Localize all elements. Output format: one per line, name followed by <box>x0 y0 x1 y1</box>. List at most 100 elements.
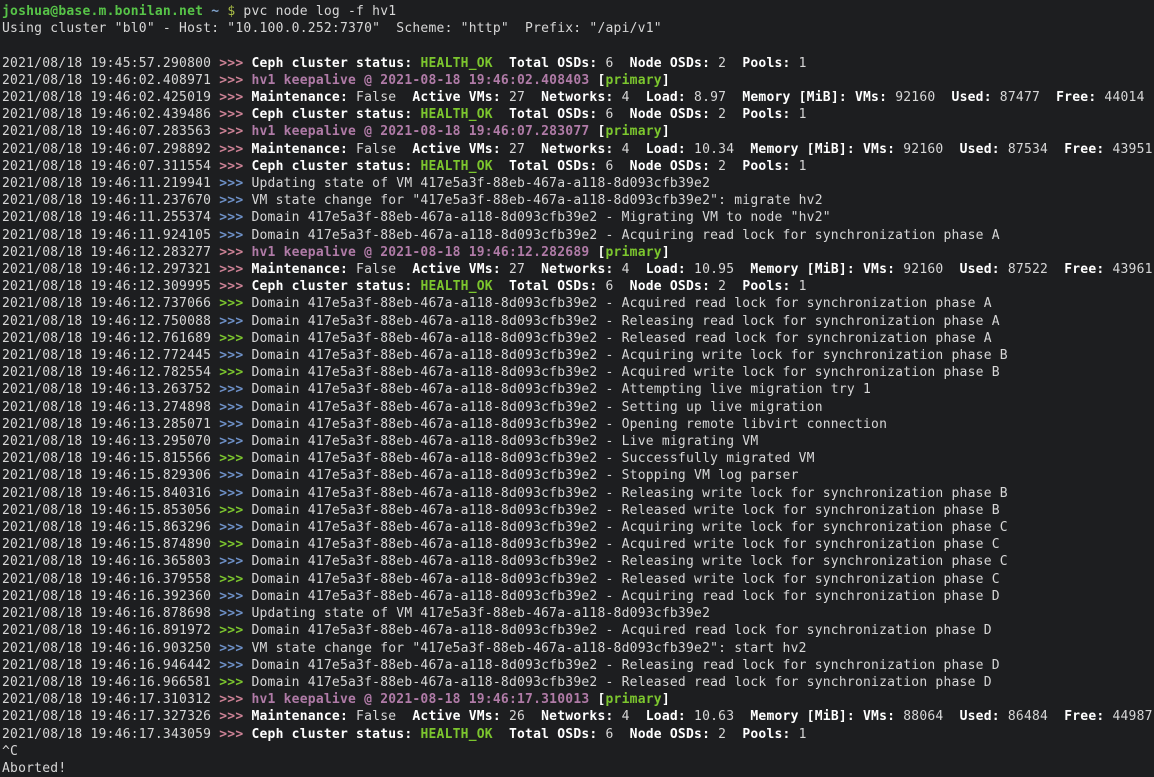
node-osds-label: Node OSDs: <box>630 107 710 122</box>
log-timestamp: 2021/08/18 19:46:16.365803 <box>2 554 219 569</box>
log-marker: >>> <box>219 727 243 742</box>
used-label: Used: <box>952 90 992 105</box>
log-message: Domain 417e5a3f-88eb-467a-a118-8d093cfb3… <box>251 468 798 483</box>
log-timestamp: 2021/08/18 19:46:16.946442 <box>2 658 219 673</box>
load-label: Load: <box>646 262 686 277</box>
active-vms-label: Active VMs: <box>412 90 501 105</box>
log-message: Domain 417e5a3f-88eb-467a-a118-8d093cfb3… <box>251 675 991 690</box>
active-vms-label: Active VMs: <box>412 142 501 157</box>
load-label: Load: <box>646 142 686 157</box>
log-message: Updating state of VM 417e5a3f-88eb-467a-… <box>251 176 710 191</box>
log-timestamp: 2021/08/18 19:46:12.283277 <box>2 245 219 260</box>
log-message: Domain 417e5a3f-88eb-467a-a118-8d093cfb3… <box>251 210 830 225</box>
log-line: 2021/08/18 19:46:07.283563 >>> hv1 keepa… <box>2 123 1154 140</box>
log-line: 2021/08/18 19:45:57.290800 >>> Ceph clus… <box>2 55 1154 72</box>
memory-vms-label: Memory [MiB]: VMs: <box>750 709 895 724</box>
ceph-status-label: Ceph cluster status: <box>251 159 420 174</box>
primary-tag: primary <box>606 245 662 260</box>
log-line: 2021/08/18 19:46:12.737066 >>> Domain 41… <box>2 295 1154 312</box>
log-line: 2021/08/18 19:46:12.297321 >>> Maintenan… <box>2 261 1154 278</box>
log-timestamp: 2021/08/18 19:46:13.263752 <box>2 382 219 397</box>
networks-label: Networks: <box>541 142 613 157</box>
log-marker: >>> <box>219 658 243 673</box>
log-timestamp: 2021/08/18 19:46:16.903250 <box>2 641 219 656</box>
log-lines: 2021/08/18 19:45:57.290800 >>> Ceph clus… <box>2 55 1154 743</box>
log-message: Domain 417e5a3f-88eb-467a-a118-8d093cfb3… <box>251 296 991 311</box>
log-line: 2021/08/18 19:46:16.946442 >>> Domain 41… <box>2 657 1154 674</box>
log-marker: >>> <box>219 692 243 707</box>
log-message: Domain 417e5a3f-88eb-467a-a118-8d093cfb3… <box>251 554 1007 569</box>
log-marker: >>> <box>219 331 243 346</box>
log-timestamp: 2021/08/18 19:46:15.863296 <box>2 520 219 535</box>
pools-label: Pools: <box>742 107 790 122</box>
load-label: Load: <box>646 709 686 724</box>
log-timestamp: 2021/08/18 19:45:57.290800 <box>2 56 219 71</box>
log-line: 2021/08/18 19:46:17.310312 >>> hv1 keepa… <box>2 691 1154 708</box>
log-marker: >>> <box>219 73 243 88</box>
prompt-user-host: joshua@base.m.bonilan.net <box>2 4 203 19</box>
log-timestamp: 2021/08/18 19:46:16.392360 <box>2 589 219 604</box>
log-message: Domain 417e5a3f-88eb-467a-a118-8d093cfb3… <box>251 348 1007 363</box>
ceph-health-value: HEALTH_OK <box>420 279 492 294</box>
log-timestamp: 2021/08/18 19:46:17.327326 <box>2 709 219 724</box>
log-timestamp: 2021/08/18 19:46:11.237670 <box>2 193 219 208</box>
log-timestamp: 2021/08/18 19:46:07.311554 <box>2 159 219 174</box>
total-osds-label: Total OSDs: <box>509 107 598 122</box>
node-osds-label: Node OSDs: <box>630 727 710 742</box>
active-vms-label: Active VMs: <box>412 262 501 277</box>
ceph-health-value: HEALTH_OK <box>420 107 492 122</box>
log-marker: >>> <box>219 279 243 294</box>
log-message: Domain 417e5a3f-88eb-467a-a118-8d093cfb3… <box>251 537 999 552</box>
log-message: Domain 417e5a3f-88eb-467a-a118-8d093cfb3… <box>251 314 999 329</box>
log-line: 2021/08/18 19:46:16.966581 >>> Domain 41… <box>2 674 1154 691</box>
cluster-info-line: Using cluster "bl0" - Host: "10.100.0.25… <box>2 20 1154 37</box>
log-line: 2021/08/18 19:46:15.863296 >>> Domain 41… <box>2 519 1154 536</box>
log-line: 2021/08/18 19:46:11.237670 >>> VM state … <box>2 192 1154 209</box>
log-line: 2021/08/18 19:46:13.295070 >>> Domain 41… <box>2 433 1154 450</box>
log-message: Domain 417e5a3f-88eb-467a-a118-8d093cfb3… <box>251 589 999 604</box>
keepalive-message: hv1 keepalive @ 2021-08-18 19:46:02.4084… <box>251 73 589 88</box>
log-marker: >>> <box>219 400 243 415</box>
log-timestamp: 2021/08/18 19:46:02.439486 <box>2 107 219 122</box>
log-line: 2021/08/18 19:46:07.311554 >>> Ceph clus… <box>2 158 1154 175</box>
log-line: 2021/08/18 19:46:11.219941 >>> Updating … <box>2 175 1154 192</box>
pools-label: Pools: <box>742 279 790 294</box>
log-marker: >>> <box>219 417 243 432</box>
log-timestamp: 2021/08/18 19:46:15.874890 <box>2 537 219 552</box>
pools-label: Pools: <box>742 56 790 71</box>
log-timestamp: 2021/08/18 19:46:07.298892 <box>2 142 219 157</box>
used-label: Used: <box>960 709 1000 724</box>
log-line: 2021/08/18 19:46:16.878698 >>> Updating … <box>2 605 1154 622</box>
log-timestamp: 2021/08/18 19:46:12.772445 <box>2 348 219 363</box>
log-timestamp: 2021/08/18 19:46:12.309995 <box>2 279 219 294</box>
log-marker: >>> <box>219 210 243 225</box>
total-osds-label: Total OSDs: <box>509 727 598 742</box>
free-label: Free: <box>1064 262 1104 277</box>
log-line: 2021/08/18 19:46:12.782554 >>> Domain 41… <box>2 364 1154 381</box>
log-marker: >>> <box>219 382 243 397</box>
maintenance-label: Maintenance: <box>251 709 348 724</box>
aborted-line: Aborted! <box>2 760 1154 777</box>
log-marker: >>> <box>219 468 243 483</box>
ceph-health-value: HEALTH_OK <box>420 727 492 742</box>
log-timestamp: 2021/08/18 19:46:15.853056 <box>2 503 219 518</box>
total-osds-label: Total OSDs: <box>509 279 598 294</box>
log-message: Domain 417e5a3f-88eb-467a-a118-8d093cfb3… <box>251 503 999 518</box>
used-label: Used: <box>960 262 1000 277</box>
log-marker: >>> <box>219 589 243 604</box>
log-marker: >>> <box>219 572 243 587</box>
log-timestamp: 2021/08/18 19:46:15.815566 <box>2 451 219 466</box>
prompt-command: pvc node log -f hv1 <box>243 4 396 19</box>
maintenance-label: Maintenance: <box>251 142 348 157</box>
log-marker: >>> <box>219 314 243 329</box>
log-timestamp: 2021/08/18 19:46:12.761689 <box>2 331 219 346</box>
log-line: 2021/08/18 19:46:13.285071 >>> Domain 41… <box>2 416 1154 433</box>
log-marker: >>> <box>219 245 243 260</box>
log-message: VM state change for "417e5a3f-88eb-467a-… <box>251 641 806 656</box>
maintenance-label: Maintenance: <box>251 262 348 277</box>
log-message: Domain 417e5a3f-88eb-467a-a118-8d093cfb3… <box>251 365 999 380</box>
log-marker: >>> <box>219 434 243 449</box>
total-osds-label: Total OSDs: <box>509 56 598 71</box>
ceph-status-label: Ceph cluster status: <box>251 56 420 71</box>
log-message: Domain 417e5a3f-88eb-467a-a118-8d093cfb3… <box>251 520 1007 535</box>
